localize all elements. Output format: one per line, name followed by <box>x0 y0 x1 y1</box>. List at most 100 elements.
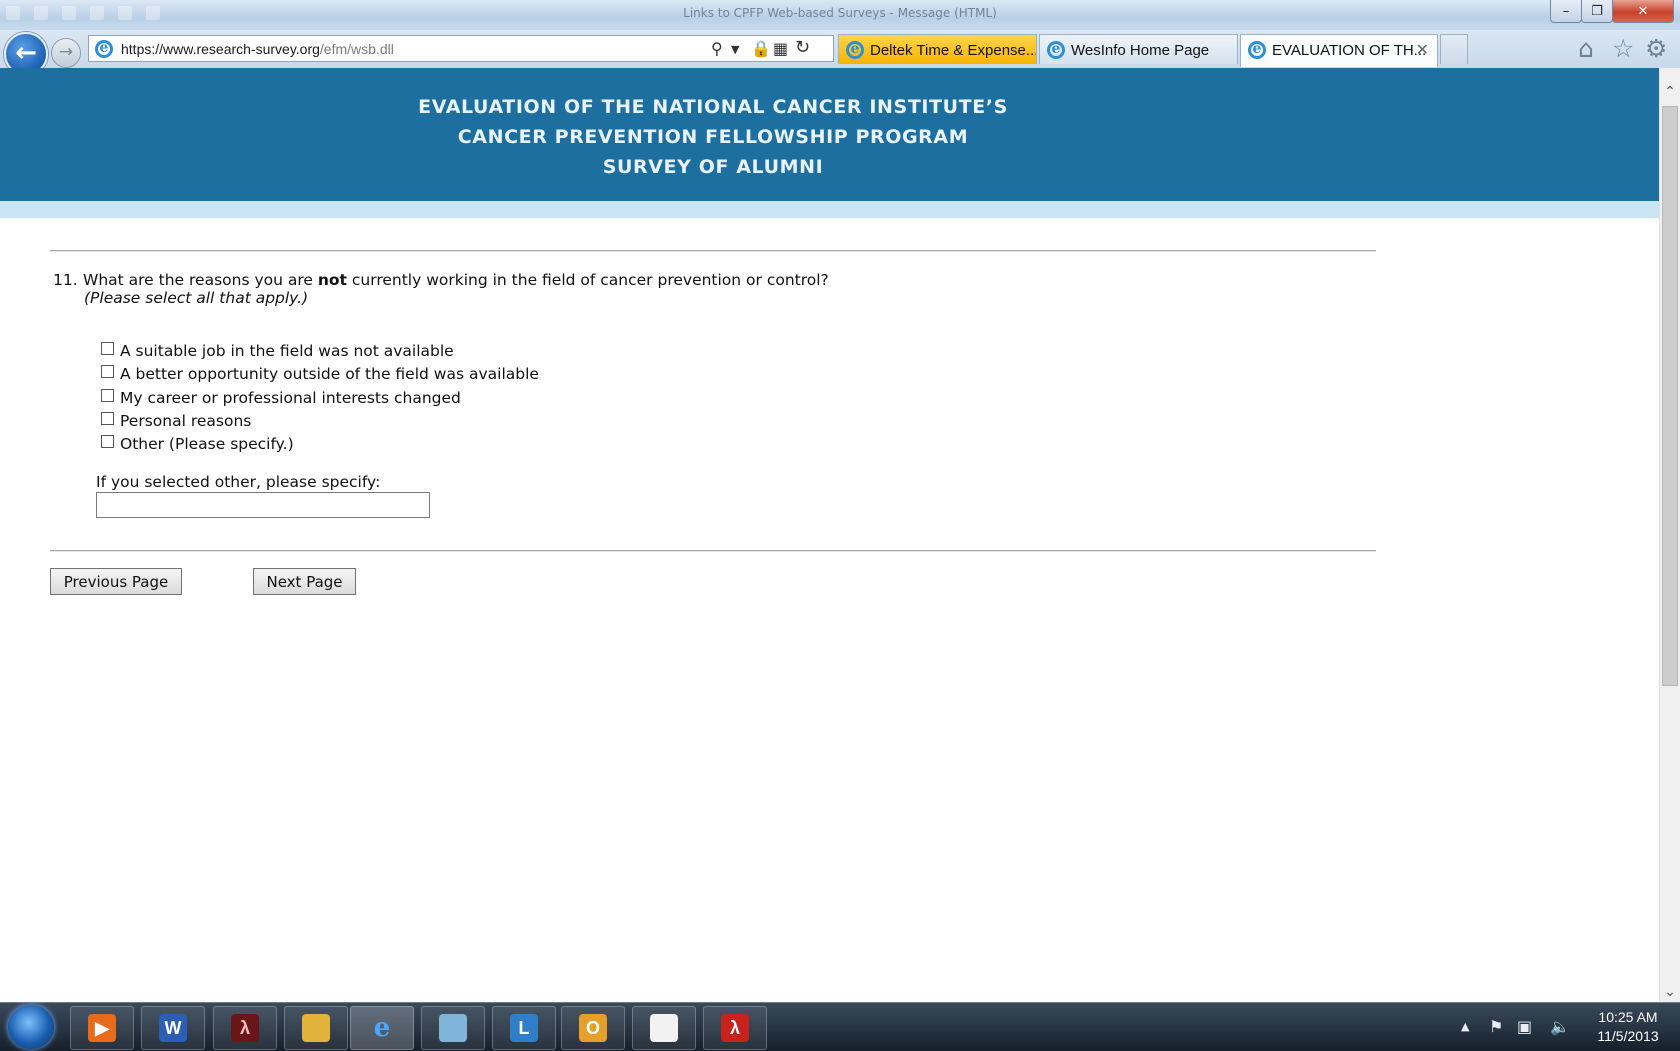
home-icon[interactable]: ⌂ <box>1578 34 1594 63</box>
option-checkbox[interactable] <box>101 435 114 449</box>
taskbar-outlook[interactable]: O <box>561 1006 625 1050</box>
ie-icon: e <box>1047 41 1065 59</box>
question-block: 11. What are the reasons you are not curr… <box>53 271 829 307</box>
banner-title-line-1: EVALUATION OF THE NATIONAL CANCER INSTIT… <box>418 96 1008 118</box>
favorites-star-icon[interactable]: ☆ <box>1612 34 1634 63</box>
taskbar-media-player[interactable]: ▶ <box>70 1006 134 1050</box>
option-label[interactable]: A better opportunity outside of the fiel… <box>120 365 539 383</box>
question-text-emphasis: not <box>317 271 347 289</box>
page-favicon-icon: e <box>95 40 113 58</box>
banner-divider-strip <box>0 201 1659 218</box>
address-bar[interactable]: e https://www.research-survey.org/efm/ws… <box>88 35 834 62</box>
refresh-icon[interactable]: ↻ <box>795 37 810 58</box>
tab-deltek[interactable]: e Deltek Time & Expense... <box>838 34 1037 64</box>
close-icon: ✕ <box>1637 3 1649 19</box>
survey-banner: EVALUATION OF THE NATIONAL CANCER INSTIT… <box>0 68 1659 201</box>
compatibility-view-icon[interactable]: ▦ <box>773 39 788 58</box>
address-host: https://www.research-survey.org <box>121 41 320 57</box>
blank-document-icon <box>650 1014 678 1042</box>
tab-label: EVALUATION OF TH... <box>1272 42 1427 59</box>
new-tab-button[interactable] <box>1440 34 1468 64</box>
action-center-flag-icon[interactable]: ⚑ <box>1489 1017 1503 1036</box>
redo-icon[interactable] <box>90 6 104 20</box>
tab-evaluation[interactable]: e EVALUATION OF TH... ✕ <box>1240 34 1438 67</box>
question-text-end: currently working in the field of cancer… <box>346 271 829 289</box>
media-player-icon: ▶ <box>88 1014 116 1042</box>
folder-icon <box>302 1014 330 1042</box>
browser-nav-bar: ← → e https://www.research-survey.org/ef… <box>0 30 1680 76</box>
other-specify-input[interactable] <box>96 492 430 518</box>
address-path: /efm/wsb.dll <box>319 41 394 57</box>
vertical-scrollbar[interactable]: ⌃ ⌄ <box>1659 68 1680 1002</box>
option-checkbox[interactable] <box>101 342 114 355</box>
up-arrow-icon[interactable] <box>118 6 132 20</box>
network-icon[interactable]: ▣ <box>1517 1017 1532 1036</box>
taskbar-pdf[interactable]: λ <box>703 1006 767 1050</box>
option-label[interactable]: Other (Please specify.) <box>120 435 294 453</box>
maximize-icon: ❐ <box>1591 3 1603 19</box>
taskbar-lync[interactable]: L <box>492 1006 556 1050</box>
settings-gear-icon[interactable]: ⚙ <box>1645 34 1667 63</box>
close-window-button[interactable]: ✕ <box>1612 0 1674 23</box>
scrollbar-thumb[interactable] <box>1662 106 1678 686</box>
banner-title-line-2: CANCER PREVENTION FELLOWSHIP PROGRAM <box>457 126 969 148</box>
taskbar-word[interactable]: W <box>141 1006 205 1050</box>
previous-page-button[interactable]: Previous Page <box>50 568 182 595</box>
maximize-button[interactable]: ❐ <box>1581 0 1613 23</box>
question-number: 11. <box>53 271 78 289</box>
window-title: Links to CPFP Web-based Surveys - Messag… <box>683 6 997 20</box>
ie-icon: e <box>1248 41 1266 59</box>
clock-time: 10:25 AM <box>1598 1009 1658 1025</box>
quick-access-icon[interactable] <box>6 6 20 20</box>
question-text-start: What are the reasons you are <box>83 271 318 289</box>
show-hidden-icons-icon[interactable]: ▲ <box>1461 1020 1469 1033</box>
tab-label: Deltek Time & Expense... <box>870 42 1037 59</box>
search-icon[interactable]: ⚲ <box>711 39 723 58</box>
forward-button[interactable]: → <box>51 38 81 68</box>
option-checkbox[interactable] <box>101 388 114 402</box>
clock-date: 11/5/2013 <box>1597 1028 1659 1044</box>
bottom-divider <box>50 550 1376 552</box>
question-instruction: (Please select all that apply.) <box>84 289 309 307</box>
taskbar-explorer[interactable] <box>284 1006 348 1050</box>
lync-icon: L <box>510 1014 538 1042</box>
ie-icon: e <box>846 41 864 59</box>
taskbar-internet-explorer[interactable]: e <box>350 1006 414 1050</box>
tab-wesinfo[interactable]: e WesInfo Home Page <box>1039 34 1238 64</box>
internet-explorer-icon: e <box>373 1013 391 1043</box>
address-url[interactable]: https://www.research-survey.org/efm/wsb.… <box>121 41 394 57</box>
pdf-icon: λ <box>721 1014 749 1042</box>
taskbar-acrobat[interactable]: λ <box>213 1006 277 1050</box>
window-title-bar: Links to CPFP Web-based Surveys - Messag… <box>0 0 1680 30</box>
start-button[interactable] <box>8 1005 54 1049</box>
option-checkbox[interactable] <box>101 411 114 425</box>
next-page-button[interactable]: Next Page <box>253 568 356 595</box>
tab-label: WesInfo Home Page <box>1071 42 1210 59</box>
windows-taskbar: ▶ W λ e L O λ ▲ ⚑ ▣ 🔈 10:25 AM 11/5/2013 <box>0 1002 1680 1051</box>
taskbar-document[interactable] <box>632 1006 696 1050</box>
minimize-icon: – <box>1562 3 1570 19</box>
down-arrow-icon[interactable] <box>146 6 160 20</box>
undo-icon[interactable] <box>62 6 76 20</box>
option-checkbox[interactable] <box>101 365 114 379</box>
minimize-button[interactable]: – <box>1550 0 1582 23</box>
banner-title-line-3: SURVEY OF ALUMNI <box>602 156 824 178</box>
option-label[interactable]: My career or professional interests chan… <box>120 389 461 407</box>
word-icon: W <box>159 1014 187 1042</box>
outlook-icon: O <box>579 1014 607 1042</box>
other-specify-label: If you selected other, please specify: <box>96 473 381 491</box>
notepad-icon <box>439 1014 467 1042</box>
dropdown-arrow-icon[interactable]: ▼ <box>731 43 739 56</box>
taskbar-clock[interactable]: 10:25 AM 11/5/2013 <box>1588 1008 1668 1046</box>
save-icon[interactable] <box>34 6 48 20</box>
scroll-up-icon[interactable]: ⌃ <box>1660 82 1680 102</box>
close-tab-icon[interactable]: ✕ <box>1416 40 1429 60</box>
option-label[interactable]: A suitable job in the field was not avai… <box>120 342 454 360</box>
top-divider <box>50 250 1376 252</box>
lock-icon[interactable]: 🔒 <box>751 39 771 58</box>
option-label[interactable]: Personal reasons <box>120 412 251 430</box>
scroll-down-icon[interactable]: ⌄ <box>1660 982 1680 1002</box>
forward-arrow-icon: → <box>58 42 74 62</box>
volume-icon[interactable]: 🔈 <box>1550 1017 1570 1036</box>
taskbar-notepad[interactable] <box>421 1006 485 1050</box>
